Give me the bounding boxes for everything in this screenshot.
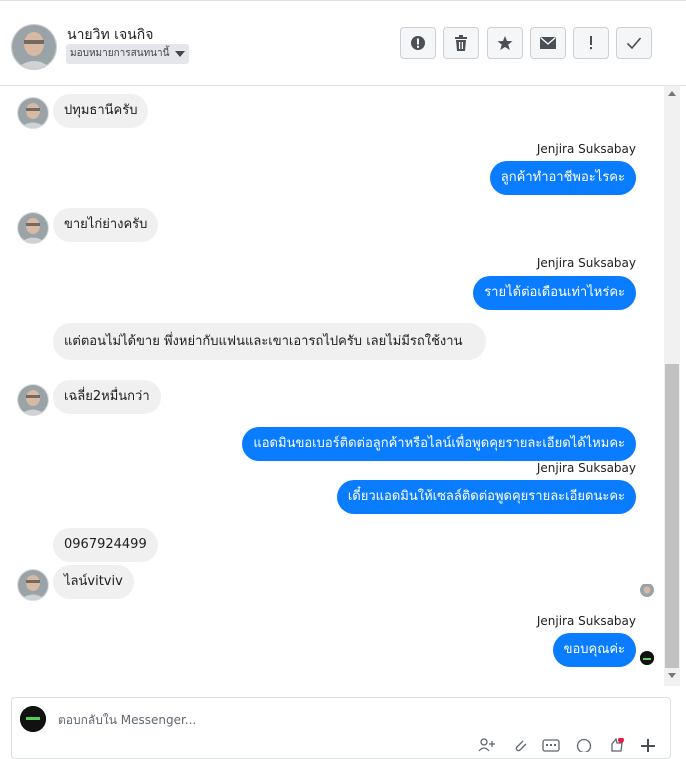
exclamation-icon — [590, 36, 592, 50]
incoming-message[interactable]: 0967924499 — [53, 528, 158, 562]
seen-avatar — [640, 583, 654, 597]
trash-icon — [455, 35, 467, 51]
scrollbar-thumb[interactable] — [665, 364, 679, 668]
contact-avatar-small — [17, 97, 49, 129]
contact-name[interactable]: นายวิท เจนกิจ — [67, 24, 153, 46]
incoming-message[interactable]: ปทุมธานีครับ — [53, 94, 149, 128]
unread-button[interactable] — [530, 27, 566, 59]
sender-name: Jenjira Suksabay — [536, 256, 636, 270]
outgoing-message[interactable]: แอดมินขอเบอร์ติดต่อลูกค้าหรือไลน์เพื่อพู… — [242, 427, 636, 461]
delete-button[interactable] — [443, 27, 479, 59]
alert-circle-icon — [411, 36, 425, 50]
incoming-message[interactable]: ขายไก่ย่างครับ — [53, 208, 159, 242]
scroll-up-arrow-icon[interactable] — [668, 91, 676, 96]
caret-down-icon — [175, 51, 186, 57]
top-divider — [0, 0, 686, 7]
scroll-down-arrow-icon[interactable] — [668, 673, 676, 678]
outgoing-message[interactable]: เดี๋ยวแอดมินให้เซลล์ติดต่อพูดคุยรายละเอี… — [336, 480, 636, 514]
sender-name: Jenjira Suksabay — [536, 614, 636, 628]
star-icon — [497, 36, 513, 50]
message-thread[interactable]: ปทุมธานีครับ Jenjira Suksabay ลูกค้าทำอา… — [0, 86, 664, 686]
contact-avatar-small — [17, 384, 49, 416]
contact-avatar-small — [17, 212, 49, 244]
mark-done-button[interactable] — [616, 27, 652, 59]
thread-scrollbar[interactable] — [664, 86, 680, 686]
outgoing-message[interactable]: ลูกค้าทำอาชีพอะไรคะ — [489, 161, 636, 195]
assign-label: มอบหมายการสนทนานี้ — [70, 48, 170, 59]
sender-name: Jenjira Suksabay — [536, 461, 636, 475]
incoming-message[interactable]: แต่ตอนไม่ได้ขาย พึ่งหย่ากับแฟนและเขาเอาร… — [53, 323, 486, 360]
follow-up-button[interactable] — [573, 27, 609, 59]
incoming-message[interactable]: ไลน์vitviv — [53, 565, 134, 599]
spam-button[interactable] — [400, 27, 436, 59]
contact-avatar-small — [17, 569, 49, 601]
outgoing-message[interactable]: ขอบคุณค่ะ — [552, 633, 636, 667]
check-icon — [626, 37, 642, 50]
sender-name: Jenjira Suksabay — [536, 142, 636, 156]
envelope-icon — [540, 37, 556, 49]
conversation-header: นายวิท เจนกิจ มอบหมายการสนทนานี้ — [0, 7, 686, 86]
star-button[interactable] — [487, 27, 523, 59]
outgoing-message[interactable]: รายได้ต่อเดือนเท่าไหร่คะ — [473, 276, 636, 310]
contact-avatar[interactable] — [11, 24, 57, 70]
incoming-message[interactable]: เฉลี่ย2หมื่นกว่า — [53, 380, 161, 414]
assign-conversation-dropdown[interactable]: มอบหมายการสนทนานี้ — [66, 44, 190, 64]
page-avatar-seen — [640, 651, 654, 665]
page-avatar — [20, 706, 46, 732]
reply-input[interactable] — [56, 708, 620, 732]
